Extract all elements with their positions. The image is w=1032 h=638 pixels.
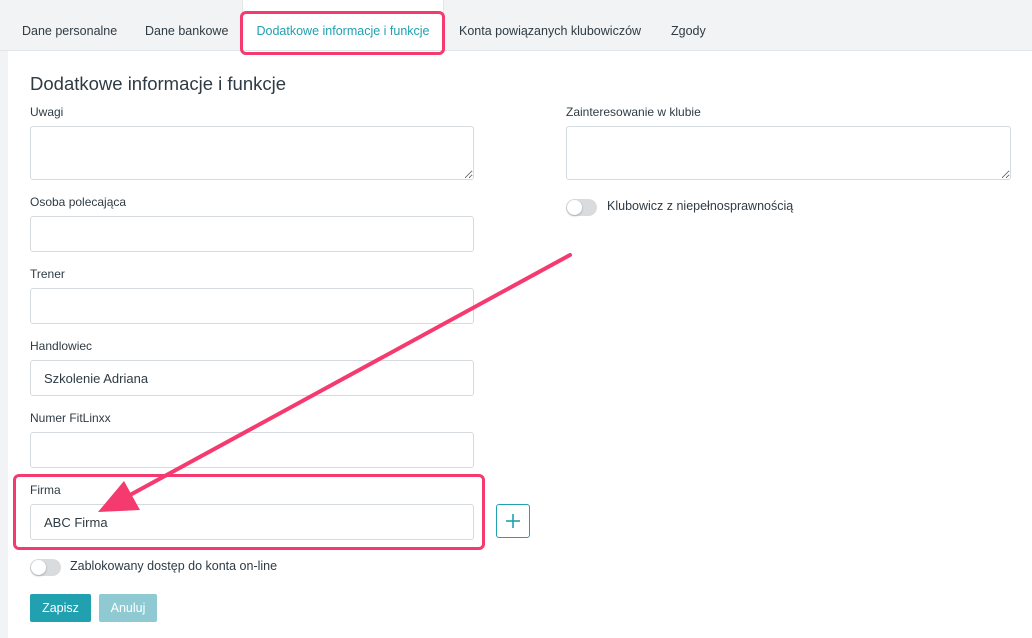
numer-fitlinxx-input[interactable] — [30, 432, 474, 468]
toggle-knob — [31, 560, 46, 575]
save-button[interactable]: Zapisz — [30, 594, 91, 622]
numer-fitlinxx-label: Numer FitLinxx — [30, 411, 111, 425]
zainteresowanie-textarea[interactable] — [566, 126, 1011, 180]
niepelnosprawnosc-label: Klubowicz z niepełnosprawnością — [607, 199, 794, 213]
handlowiec-label: Handlowiec — [30, 339, 93, 353]
cancel-button[interactable]: Anuluj — [99, 594, 157, 622]
uwagi-textarea[interactable] — [30, 126, 474, 180]
osoba-polecajaca-label: Osoba polecająca — [30, 195, 127, 209]
tab-dane-bankowe[interactable]: Dane bankowe — [145, 0, 228, 50]
zainteresowanie-label: Zainteresowanie w klubie — [566, 105, 701, 119]
add-firma-button[interactable] — [496, 504, 530, 538]
firma-label: Firma — [30, 483, 61, 497]
tab-zgody[interactable]: Zgody — [671, 0, 706, 50]
section-title: Dodatkowe informacje i funkcje — [30, 73, 287, 94]
osoba-polecajaca-input[interactable] — [30, 216, 474, 252]
zablokowany-dostep-toggle[interactable] — [30, 559, 61, 576]
tab-konta-powiazanych[interactable]: Konta powiązanych klubowiczów — [459, 0, 641, 50]
handlowiec-input[interactable] — [30, 360, 474, 396]
niepelnosprawnosc-toggle[interactable] — [566, 199, 597, 216]
firma-input[interactable] — [30, 504, 474, 540]
toggle-knob — [567, 200, 582, 215]
trener-label: Trener — [30, 267, 65, 281]
zablokowany-dostep-label: Zablokowany dostęp do konta on-line — [70, 559, 278, 573]
trener-input[interactable] — [30, 288, 474, 324]
uwagi-label: Uwagi — [30, 105, 64, 119]
tab-bar: Dane personalne Dane bankowe Dodatkowe i… — [0, 0, 1032, 51]
plus-icon — [506, 514, 520, 528]
tab-dodatkowe-informacje[interactable]: Dodatkowe informacje i funkcje — [242, 0, 444, 50]
tab-dane-personalne[interactable]: Dane personalne — [22, 0, 117, 50]
